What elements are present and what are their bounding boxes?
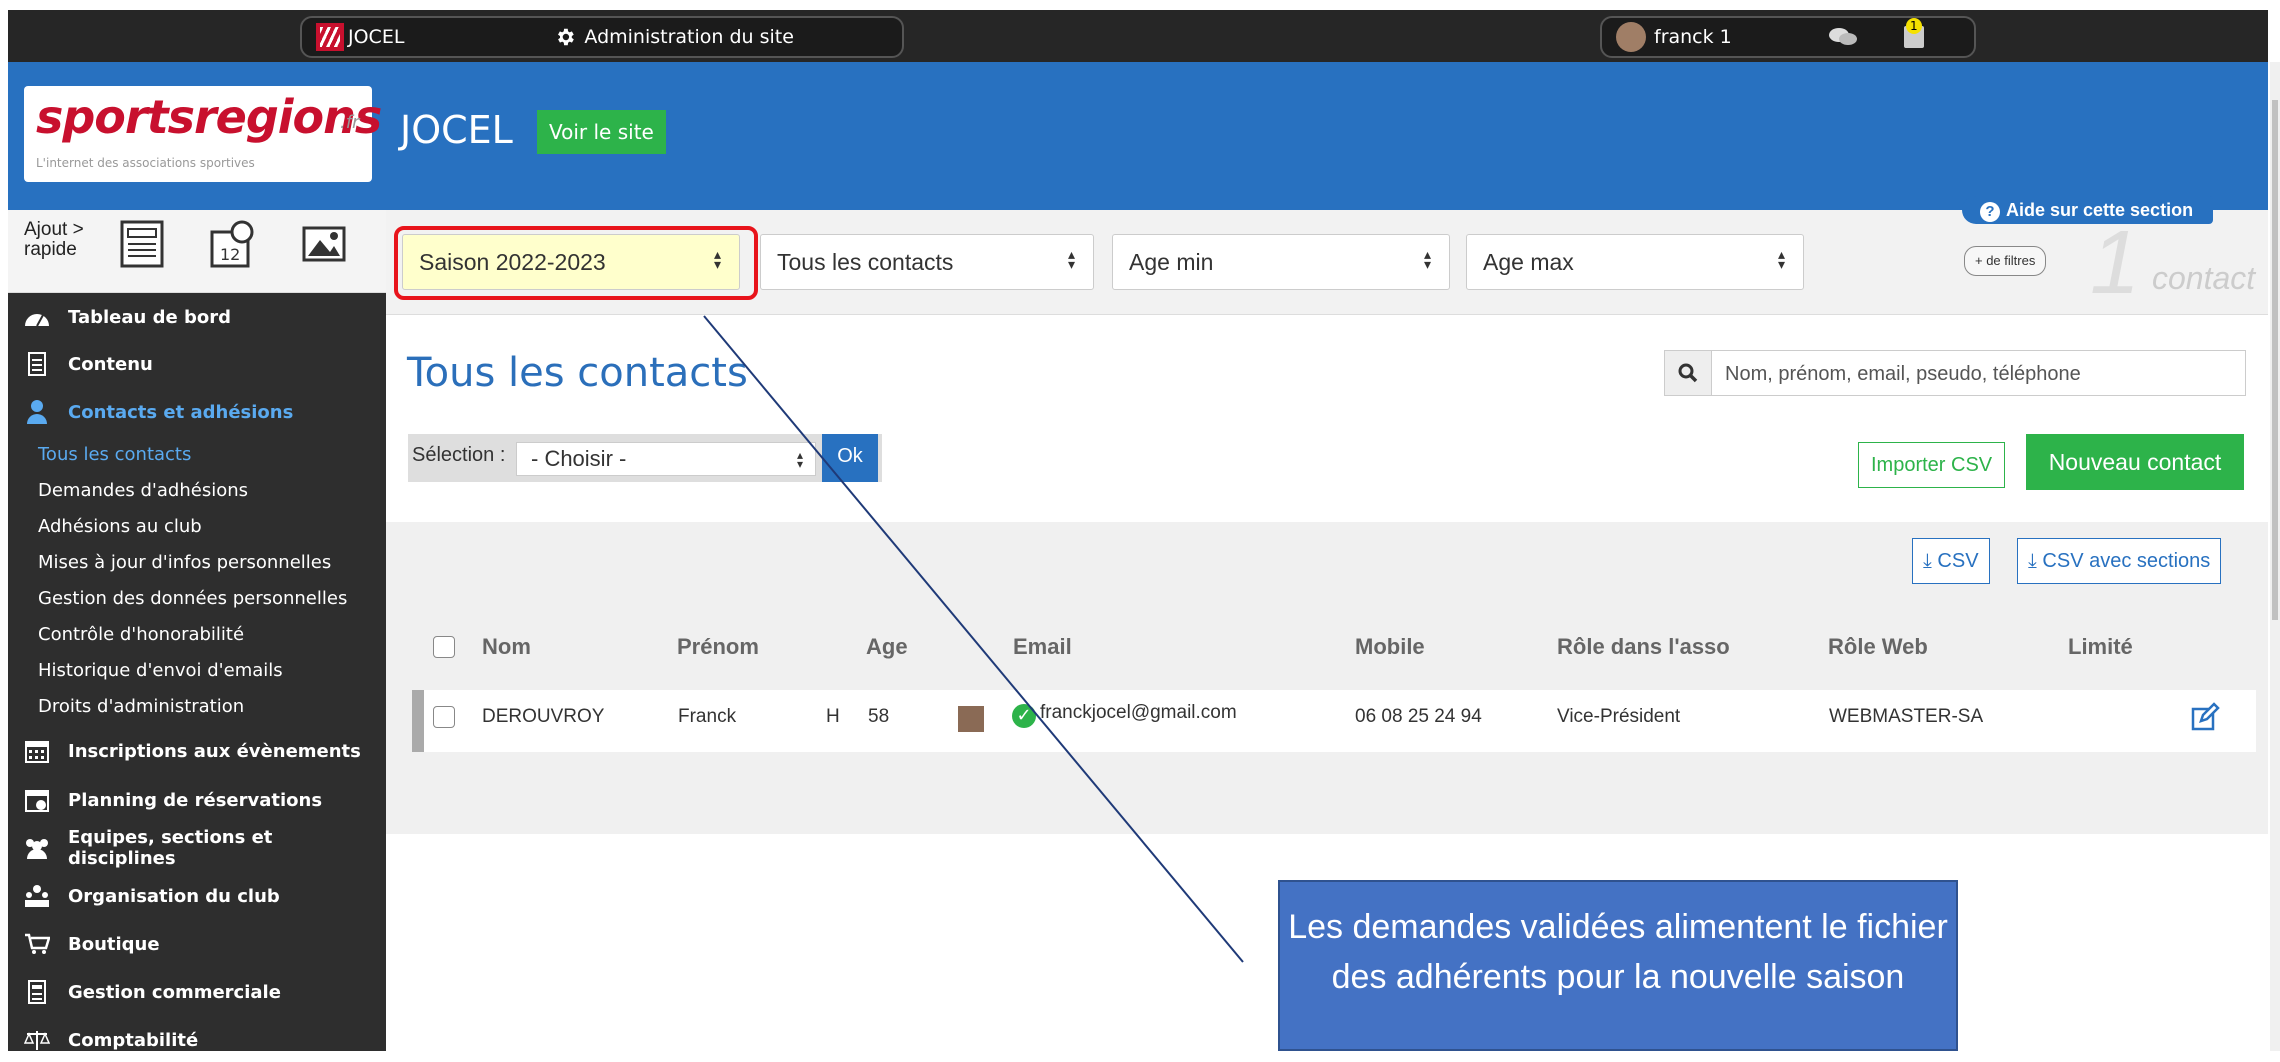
annotation-callout: Les demandes validées alimentent le fich… <box>1278 880 1958 1051</box>
scrollbar-thumb[interactable] <box>2272 100 2278 620</box>
